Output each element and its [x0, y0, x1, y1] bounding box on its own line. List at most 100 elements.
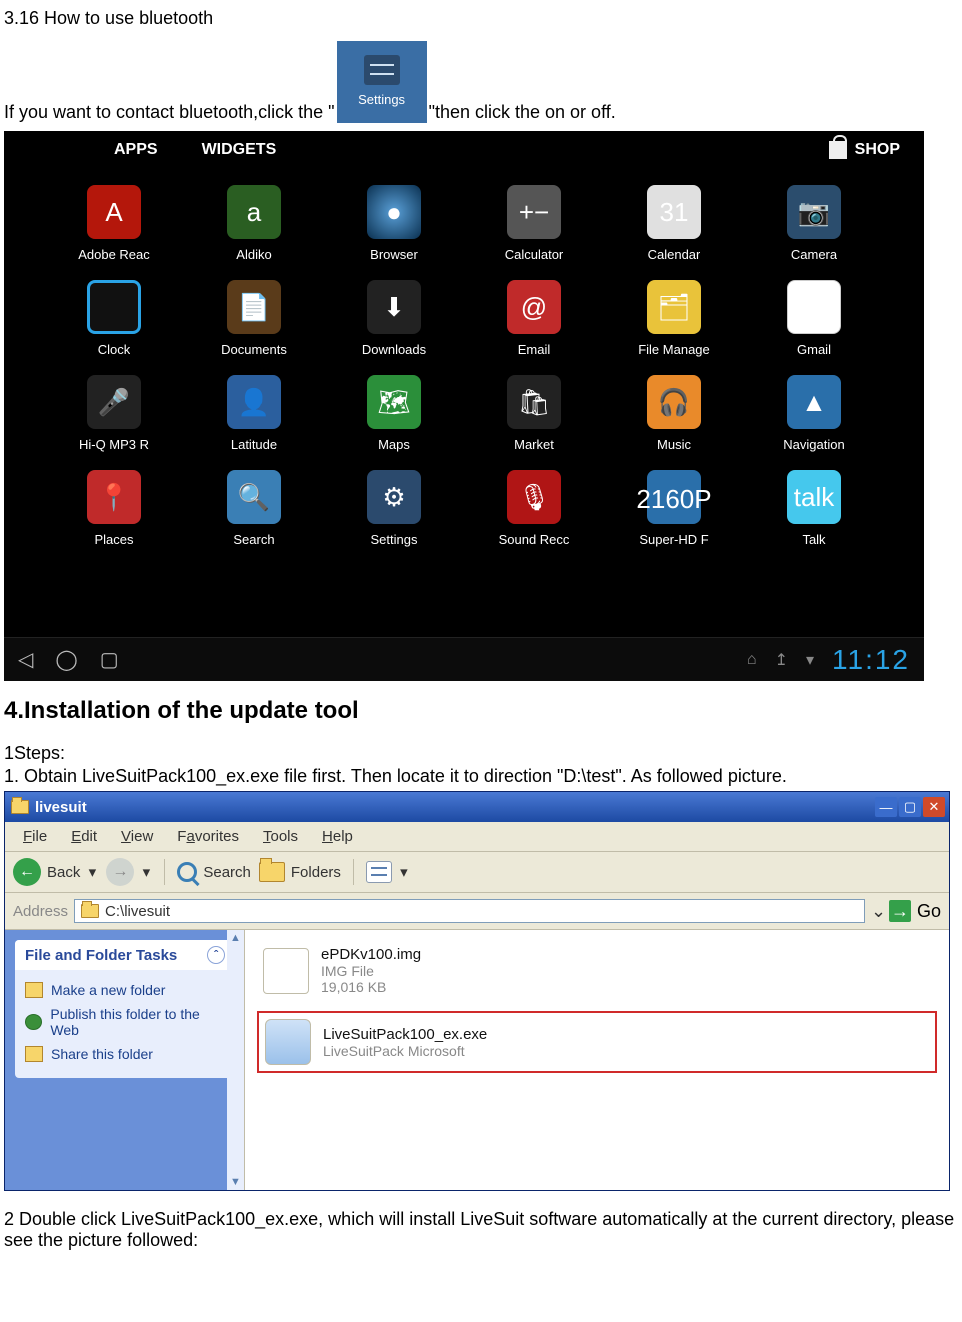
task-item[interactable]: Make a new folder — [25, 978, 225, 1002]
back-arrow-icon: ← — [13, 858, 41, 886]
menu-edit[interactable]: Edit — [61, 826, 107, 847]
app-browser[interactable]: ●Browser — [324, 185, 464, 262]
nav-home-icon[interactable]: ◯ — [55, 647, 77, 672]
app-label: Maps — [378, 437, 410, 452]
app-label: Downloads — [362, 342, 426, 357]
app-label: Talk — [802, 532, 825, 547]
nav-back-icon[interactable]: ◁ — [18, 647, 33, 672]
menu-tools[interactable]: Tools — [253, 826, 308, 847]
globe-icon — [25, 1014, 42, 1030]
android-screenshot: APPS WIDGETS SHOP AAdobe Reac a Aldiko ●Bro… — [4, 131, 924, 681]
app-adobe[interactable]: AAdobe Reac — [44, 185, 184, 262]
toolbar-separator-2 — [353, 859, 354, 885]
shop-label: SHOP — [855, 141, 900, 159]
menu-help[interactable]: Help — [312, 826, 363, 847]
app-places[interactable]: 📍Places — [44, 470, 184, 547]
menu-view[interactable]: View — [111, 826, 163, 847]
tasks-panel-header[interactable]: File and Folder Tasks ˆ — [15, 940, 235, 970]
app-sound[interactable]: 🎙Sound Recc — [464, 470, 604, 547]
app-label: Calendar — [648, 247, 701, 262]
share-icon — [25, 1046, 43, 1062]
app-label: Documents — [221, 342, 287, 357]
collapse-chevron-icon[interactable]: ˆ — [207, 946, 225, 964]
toolbar-folders-button[interactable]: Folders — [259, 862, 341, 882]
menu-file[interactable]: File — [13, 826, 57, 847]
app-super[interactable]: 2160PSuper-HD F — [604, 470, 744, 547]
toolbar-search-button[interactable]: Search — [177, 862, 251, 882]
file-item[interactable]: ePDKv100.imgIMG File19,016 KB — [257, 940, 937, 1001]
app-label: Search — [233, 532, 274, 547]
app-files[interactable]: 🗂File Manage — [604, 280, 744, 357]
aldiko-icon: a — [227, 185, 281, 239]
toolbar-forward-button[interactable]: → ▾ — [106, 858, 152, 886]
app-camera[interactable]: 📷Camera — [744, 185, 884, 262]
back-dropdown-icon[interactable]: ▾ — [86, 863, 98, 881]
windows-explorer-screenshot: livesuit — ▢ ✕ File Edit View Favorites … — [4, 791, 950, 1191]
app-market[interactable]: 🛍 Market — [464, 375, 604, 452]
app-settings[interactable]: ⚙Settings — [324, 470, 464, 547]
toolbar-back-button[interactable]: ← Back ▾ — [13, 858, 98, 886]
app-music[interactable]: 🎧Music — [604, 375, 744, 452]
app-label: Adobe Reac — [78, 247, 150, 262]
address-dropdown-icon[interactable]: ⌄ — [871, 901, 883, 922]
app-label: Music — [657, 437, 691, 452]
drawer-tabs: APPS WIDGETS — [114, 141, 276, 159]
app-label: Market — [514, 437, 554, 452]
status-upload-icon: ↥ — [775, 650, 788, 670]
app-aldiko[interactable]: a Aldiko — [184, 185, 324, 262]
exe-file-icon — [265, 1019, 311, 1065]
app-email[interactable]: @Email — [464, 280, 604, 357]
window-maximize-button[interactable]: ▢ — [899, 797, 921, 817]
xp-title-bar: livesuit — ▢ ✕ — [5, 792, 949, 822]
toolbar-views-button[interactable]: ▾ — [366, 861, 410, 883]
tab-apps[interactable]: APPS — [114, 141, 158, 159]
task-item[interactable]: Publish this folder to the Web — [25, 1002, 225, 1042]
img-file-icon — [263, 948, 309, 994]
xp-body: File and Folder Tasks ˆ Make a new folde… — [5, 930, 949, 1190]
section-heading: 3.16 How to use bluetooth — [4, 8, 958, 29]
app-search[interactable]: 🔍Search — [184, 470, 324, 547]
folder-icon — [25, 982, 43, 998]
app-label: Aldiko — [236, 247, 271, 262]
super-icon: 2160P — [647, 470, 701, 524]
app-maps[interactable]: 🗺Maps — [324, 375, 464, 452]
menu-favorites[interactable]: Favorites — [167, 826, 249, 847]
app-talk[interactable]: talk Talk — [744, 470, 884, 547]
app-nav[interactable]: ▲Navigation — [744, 375, 884, 452]
scrollbar[interactable] — [227, 930, 245, 1190]
go-button[interactable]: → — [889, 900, 911, 922]
file-item[interactable]: LiveSuitPack100_ex.exeLiveSuitPack Micro… — [257, 1011, 937, 1073]
views-icon — [366, 861, 392, 883]
tab-widgets[interactable]: WIDGETS — [202, 141, 277, 159]
file-info: LiveSuitPack100_ex.exeLiveSuitPack Micro… — [323, 1026, 487, 1059]
address-field[interactable]: C:\livesuit — [74, 899, 865, 923]
app-label: Browser — [370, 247, 418, 262]
app-gmail[interactable]: MGmail — [744, 280, 884, 357]
app-calc[interactable]: +− Calculator — [464, 185, 604, 262]
search-icon — [177, 862, 197, 882]
forward-dropdown-icon[interactable]: ▾ — [140, 863, 152, 881]
app-hiq[interactable]: 🎤Hi-Q MP3 R — [44, 375, 184, 452]
app-calendar[interactable]: 31Calendar — [604, 185, 744, 262]
app-label: Latitude — [231, 437, 277, 452]
nav-recent-icon[interactable]: ▢ — [100, 647, 119, 672]
clock-icon — [87, 280, 141, 334]
app-clock[interactable]: Clock — [44, 280, 184, 357]
app-downloads[interactable]: ⬇Downloads — [324, 280, 464, 357]
app-label: Hi-Q MP3 R — [79, 437, 149, 452]
address-label: Address — [13, 903, 68, 920]
task-item[interactable]: Share this folder — [25, 1042, 225, 1066]
intro-sentence: If you want to contact bluetooth,click t… — [4, 43, 958, 125]
app-latitude[interactable]: 👤Latitude — [184, 375, 324, 452]
market-icon: 🛍 — [507, 375, 561, 429]
window-close-button[interactable]: ✕ — [923, 797, 945, 817]
talk-icon: talk — [787, 470, 841, 524]
app-label: Calculator — [505, 247, 564, 262]
shop-link[interactable]: SHOP — [829, 141, 900, 159]
calc-icon: +− — [507, 185, 561, 239]
address-folder-icon — [81, 904, 99, 918]
app-docs[interactable]: 📄Documents — [184, 280, 324, 357]
views-dropdown-icon[interactable]: ▾ — [398, 863, 410, 881]
window-minimize-button[interactable]: — — [875, 797, 897, 817]
settings-app-thumbnail: Settings — [337, 41, 427, 123]
